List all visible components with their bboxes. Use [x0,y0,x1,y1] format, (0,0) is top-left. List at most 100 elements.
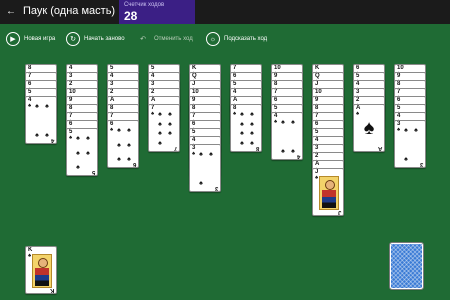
spade-icon: ♠ [250,139,254,147]
move-counter-label: Счетчик ходов [124,2,165,8]
spade-icon: ♠ [28,253,32,259]
spade-icon: ♠ [117,141,121,149]
spade-icon: ♠ [281,119,285,126]
spade-icon: ♠ [240,139,244,147]
spade-icon: ♠ [250,130,254,138]
toolbar: ▶ Новая игра ↻ Начать заново ↶ Отменить … [0,28,450,50]
spade-icon: ♠ [76,149,80,157]
card-rank-bottom: 4 [296,153,300,159]
king-face-art [32,254,52,288]
foundation-completed-king: K ♠ K [25,246,57,294]
spade-icon: ♠ [151,111,155,117]
restart-button[interactable]: ↻ Начать заново [66,30,125,48]
undo-icon: ↶ [140,36,146,43]
app-title: Паук (одна масть) [23,5,116,17]
face-card-art [319,176,339,210]
card-rank-bottom: 3 [419,161,423,167]
spade-icon: ♠ [76,135,80,142]
spade-icon: ♠ [404,127,408,134]
spade-icon: ♠ [69,135,73,141]
spade-icon: ♠ [274,119,278,125]
restart-label: Начать заново [84,36,125,42]
spade-icon: ♠ [127,156,131,163]
new-game-label: Новая игра [24,36,56,42]
spade-icon: ♠ [199,151,203,158]
spade-icon: ♠ [240,130,244,138]
hint-button[interactable]: ☼ Подсказать ход [206,30,267,48]
spade-icon: ♠ [127,141,131,149]
spade-icon: ♠ [86,149,90,157]
tableau-card[interactable]: A ♠ ♠ A [353,104,385,152]
spade-icon: ♠ [76,164,80,171]
spade-icon: ♠ [199,180,203,187]
tableau-card[interactable]: 8 ♠ ♠ ♠ ♠ ♠ ♠ ♠ ♠ ♠ 8 [230,104,262,152]
spade-icon: ♠ [240,111,244,118]
spade-icon: ♠ [192,151,196,157]
spade-icon: ♠ [281,148,285,155]
card-pips: ♠ ♠ ♠ ♠ ♠ [74,135,92,171]
card-pips: ♠ ♠ ♠ ♠ ♠ ♠ ♠ [156,111,174,147]
spade-icon: ♠ [233,111,237,117]
spade-icon: ♠ [315,175,319,181]
tableau-card[interactable]: 6 ♠ ♠ ♠ ♠ ♠ ♠ ♠ 6 [107,120,139,168]
card-rank-bottom: K [49,287,54,293]
spade-icon: ♠ [45,103,49,110]
spade-icon: ♠ [291,119,295,126]
stock-pile[interactable] [389,242,424,290]
spade-icon: ♠ [404,156,408,163]
spade-icon: ♠ [363,117,375,139]
tableau-card[interactable]: 3 ♠ ♠ ♠ ♠ 3 [189,144,221,192]
tableau-card[interactable]: 4 ♠ ♠ ♠ ♠ ♠ 4 [25,96,57,144]
spade-icon: ♠ [158,111,162,118]
card-rank-bottom: 4 [50,137,54,143]
tableau-card[interactable]: J ♠ J [312,168,344,216]
spade-icon: ♠ [110,127,114,133]
card-rank-bottom: J [337,209,341,215]
move-counter-value: 28 [124,9,138,23]
spade-icon: ♠ [250,120,254,128]
card-pips: ♠ ♠ ♠ [402,127,420,163]
undo-label: Отменить ход [154,36,193,42]
spade-icon: ♠ [117,127,121,134]
spade-icon: ♠ [127,127,131,134]
move-counter: Счетчик ходов 28 [119,0,195,24]
spade-icon: ♠ [86,135,90,142]
tableau-card[interactable]: 3 ♠ ♠ ♠ ♠ 3 [394,120,426,168]
new-game-button[interactable]: ▶ Новая игра [6,30,55,48]
card-pips: ♠ ♠ ♠ [197,151,215,187]
card-pips: ♠ ♠ ♠ ♠ ♠ ♠ ♠ ♠ [238,111,256,147]
app-title-area: ← Паук (одна масть) [6,5,115,17]
play-icon: ▶ [6,32,20,46]
top-bar: ← Паук (одна масть) Счетчик ходов 28 [0,0,450,24]
back-arrow-icon[interactable]: ← [6,6,16,17]
card-pips: ♠ ♠ ♠ ♠ [279,119,297,155]
card-rank-bottom: 3 [214,185,218,191]
spade-icon: ♠ [158,120,162,128]
spade-icon: ♠ [45,132,49,139]
card-rank-bottom: 5 [91,169,95,175]
spade-icon: ♠ [168,130,172,138]
spade-icon: ♠ [414,127,418,134]
spade-icon: ♠ [158,139,162,147]
spade-icon: ♠ [117,156,121,163]
card-pips: ♠ ♠ ♠ ♠ [33,103,51,139]
spade-icon: ♠ [240,120,244,128]
spade-icon: ♠ [168,111,172,118]
tableau-card[interactable]: 4 ♠ ♠ ♠ ♠ ♠ 4 [271,112,303,160]
spade-icon: ♠ [35,132,39,139]
card-rank-bottom: 7 [173,145,177,151]
hint-label: Подсказать ход [224,36,268,42]
undo-button[interactable]: ↶ Отменить ход [136,30,193,48]
spade-icon: ♠ [397,127,401,133]
lightbulb-icon: ☼ [206,32,220,46]
card-pips: ♠ ♠ ♠ ♠ ♠ ♠ [115,127,133,163]
tableau-card[interactable]: 7 ♠ ♠ ♠ ♠ ♠ ♠ ♠ ♠ 7 [148,104,180,152]
spade-icon: ♠ [35,103,39,110]
spade-icon: ♠ [209,151,213,158]
card-rank-bottom: 6 [132,161,136,167]
tableau-card[interactable]: 5 ♠ ♠ ♠ ♠ ♠ ♠ 5 [66,128,98,176]
spade-icon: ♠ [291,148,295,155]
spade-icon: ♠ [158,130,162,138]
spade-icon: ♠ [250,111,254,118]
spade-icon: ♠ [168,120,172,128]
